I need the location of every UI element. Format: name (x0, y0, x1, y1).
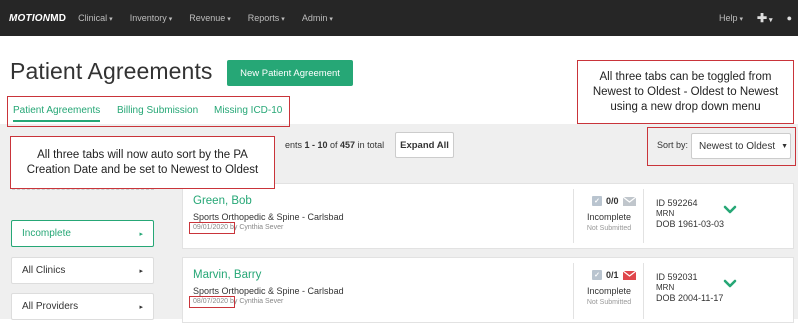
user-icon[interactable]: ● (787, 13, 792, 23)
divider (643, 263, 644, 319)
clinic-name: Sports Orthopedic & Spine - Carlsbad (193, 212, 344, 222)
doc-status: ✓ 0/0 (592, 196, 636, 206)
submission-status: Not Submitted (586, 225, 632, 232)
doc-count: 0/1 (606, 270, 619, 280)
divider (573, 263, 574, 319)
patient-dob: DOB 2004-11-17 (656, 293, 724, 303)
clinic-name: Sports Orthopedic & Spine - Carlsbad (193, 286, 344, 296)
chevron-down-icon[interactable] (723, 205, 737, 215)
caret-down-icon: ▾ (227, 16, 231, 23)
new-patient-agreement-button[interactable]: New Patient Agreement (227, 60, 353, 86)
caret-right-icon: ▸ (139, 303, 143, 311)
filter-providers-label: All Providers (22, 301, 79, 312)
doc-count: 0/0 (606, 196, 619, 206)
caret-down-icon: ▾ (329, 16, 333, 23)
tab-patient-agreements[interactable]: Patient Agreements (13, 105, 101, 122)
nav-help[interactable]: Help ▾ (719, 13, 743, 23)
filter-providers[interactable]: All Providers ▸ (11, 293, 154, 320)
chevron-down-icon[interactable] (723, 279, 737, 289)
mrn-label: MRN (656, 208, 675, 218)
divider (573, 189, 574, 243)
add-menu[interactable]: ✚ ▾ (757, 11, 773, 25)
mrn-label: MRN (656, 282, 675, 292)
patient-dob: DOB 1961-03-03 (656, 219, 725, 229)
checkbox-icon: ✓ (592, 270, 602, 280)
nav-admin[interactable]: Admin ▾ (302, 13, 333, 23)
sort-select[interactable]: Newest to Oldest ▼ (691, 133, 791, 159)
callout-tab-sort-toggle: All three tabs can be toggled from Newes… (577, 60, 794, 124)
caret-down-icon: ▼ (781, 142, 789, 150)
filter-status-label: Incomplete (22, 228, 71, 239)
brand-logo[interactable]: MOTIONMD (9, 13, 66, 24)
status-text: Incomplete (586, 286, 632, 296)
divider (643, 189, 644, 243)
patient-ids: ID 592031 MRN DOB 2004-11-17 (656, 272, 723, 304)
filter-clinics[interactable]: All Clinics ▸ (11, 257, 154, 284)
patient-id: ID 592031 (656, 272, 698, 282)
sort-label: Sort by: (657, 140, 689, 150)
callout-auto-sort: All three tabs will now auto sort by the… (10, 136, 275, 189)
patient-id: ID 592264 (656, 198, 698, 208)
caret-right-icon: ▸ (139, 230, 143, 238)
patient-name[interactable]: Marvin, Barry (193, 269, 261, 281)
checkbox-icon: ✓ (592, 196, 602, 206)
plus-icon: ✚ (756, 11, 768, 25)
nav-reports[interactable]: Reports ▾ (248, 13, 285, 23)
date-annotation-box (189, 296, 235, 308)
date-annotation-box (189, 222, 235, 234)
envelope-icon (622, 270, 636, 280)
filter-clinics-label: All Clinics (22, 265, 66, 276)
submission-status: Not Submitted (586, 299, 632, 306)
caret-down-icon: ▾ (769, 17, 773, 24)
caret-right-icon: ▸ (139, 267, 143, 275)
nav-revenue[interactable]: Revenue ▾ (189, 13, 231, 23)
patient-name[interactable]: Green, Bob (193, 195, 252, 207)
filter-status[interactable]: Incomplete ▸ (11, 220, 154, 247)
top-navbar: MOTIONMD Clinical ▾ Inventory ▾ Revenue ▾ R… (0, 0, 798, 36)
caret-down-icon: ▾ (109, 16, 113, 23)
results-count: ents 1 - 10 of 457 in total (285, 140, 385, 150)
status-text: Incomplete (586, 212, 632, 222)
doc-status: ✓ 0/1 (592, 270, 636, 280)
expand-all-button[interactable]: Expand All (395, 132, 454, 158)
nav-clinical[interactable]: Clinical ▾ (78, 13, 113, 23)
sidebar-divider (12, 189, 154, 190)
caret-down-icon: ▾ (281, 16, 285, 23)
envelope-icon (622, 196, 636, 206)
page-title: Patient Agreements (10, 58, 213, 84)
tab-billing-submission[interactable]: Billing Submission (117, 105, 198, 116)
nav-inventory[interactable]: Inventory ▾ (130, 13, 173, 23)
caret-down-icon: ▾ (168, 16, 173, 23)
patient-ids: ID 592264 MRN DOB 1961-03-03 (656, 198, 724, 230)
caret-down-icon: ▾ (739, 16, 743, 23)
tab-missing-icd10[interactable]: Missing ICD-10 (214, 105, 282, 116)
